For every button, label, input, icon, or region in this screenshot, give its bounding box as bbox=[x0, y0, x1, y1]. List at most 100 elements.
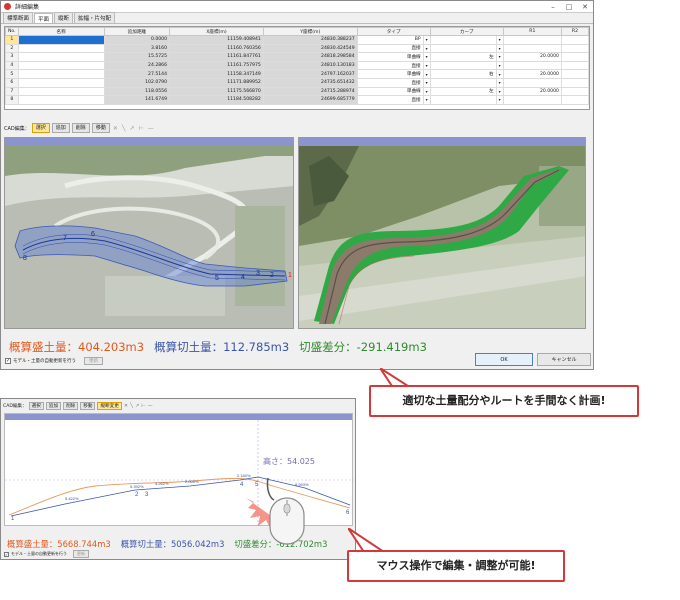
table-row[interactable]: 8 141.6749 11184.508282 24699.685779 直接 ▾ ▾ bbox=[5, 95, 589, 105]
row-name[interactable] bbox=[17, 60, 105, 71]
row-curve[interactable] bbox=[429, 95, 497, 105]
row-x[interactable]: 11159.408941 bbox=[169, 35, 264, 45]
row-x[interactable]: 11161.847761 bbox=[169, 52, 264, 62]
row-curve[interactable]: 左 bbox=[429, 52, 497, 62]
row-y[interactable]: 24797.162037 bbox=[262, 69, 358, 79]
row-r2[interactable] bbox=[560, 77, 589, 88]
type-dropdown-icon[interactable]: ▾ bbox=[422, 77, 431, 88]
plan-point-4[interactable]: 4 bbox=[241, 274, 245, 281]
curve-dropdown-icon[interactable]: ▾ bbox=[495, 35, 504, 45]
delete-button[interactable]: 削除 bbox=[71, 123, 90, 133]
plan-point-2[interactable]: 2 bbox=[270, 272, 274, 279]
type-dropdown-icon[interactable]: ▾ bbox=[422, 60, 431, 71]
row-r1[interactable] bbox=[502, 95, 562, 105]
row-number[interactable]: 2 bbox=[5, 43, 19, 54]
row-r1[interactable] bbox=[502, 60, 562, 71]
row-type[interactable]: 直接 bbox=[356, 43, 424, 54]
profile-ruler-icon[interactable]: ⊢ bbox=[141, 403, 145, 409]
profile-change-button[interactable]: 縦断変更 bbox=[97, 402, 122, 410]
col-curve[interactable]: カーブ bbox=[429, 27, 504, 36]
tab-widening[interactable]: 拡幅・片勾配 bbox=[74, 12, 116, 23]
cancel-button[interactable]: キャンセル bbox=[537, 353, 591, 366]
table-row[interactable]: 5 27.5144 11158.347149 24797.162037 単曲線 ▾ 右 ▾ 20… bbox=[5, 69, 589, 79]
type-dropdown-icon[interactable]: ▾ bbox=[422, 52, 431, 62]
curve-dropdown-icon[interactable]: ▾ bbox=[495, 77, 504, 88]
tab-standard-section[interactable]: 標準断面 bbox=[3, 12, 34, 23]
tab-plan[interactable]: 平面 bbox=[34, 13, 54, 23]
row-curve[interactable]: 右 bbox=[429, 69, 497, 79]
row-curve[interactable] bbox=[429, 43, 497, 54]
row-number[interactable]: 8 bbox=[5, 95, 19, 105]
row-x[interactable]: 11184.508282 bbox=[169, 95, 264, 105]
add-button[interactable]: 追加 bbox=[51, 123, 70, 133]
row-r1[interactable] bbox=[502, 35, 562, 45]
row-number[interactable]: 4 bbox=[5, 60, 19, 71]
col-type[interactable]: タイプ bbox=[356, 27, 431, 36]
profile-point-2[interactable]: 2 bbox=[135, 492, 139, 498]
profile-add-button[interactable]: 追加 bbox=[45, 402, 62, 410]
arrow-icon[interactable]: ↗ bbox=[128, 125, 135, 132]
row-type[interactable]: 直接 bbox=[356, 60, 424, 71]
table-row[interactable]: 4 24.2866 11161.757975 24810.130183 直接 ▾ ▾ bbox=[5, 60, 589, 71]
row-number[interactable]: 6 bbox=[5, 77, 19, 88]
profile-line-icon[interactable]: ╲ bbox=[130, 403, 133, 409]
row-distance[interactable]: 15.5725 bbox=[103, 52, 171, 62]
table-row[interactable]: 1 0.0000 11159.408941 24830.388237 BP ▾ ▾ bbox=[5, 35, 589, 45]
plan-point-7[interactable]: 7 bbox=[63, 235, 67, 242]
row-number[interactable]: 3 bbox=[5, 52, 19, 62]
row-y[interactable]: 24699.685779 bbox=[262, 95, 358, 105]
profile-dash-icon[interactable]: — bbox=[148, 403, 153, 409]
row-curve[interactable] bbox=[429, 77, 497, 88]
row-r2[interactable] bbox=[560, 43, 589, 54]
row-curve[interactable] bbox=[429, 35, 497, 45]
profile-move-button[interactable]: 移動 bbox=[80, 402, 96, 410]
select-button[interactable]: 選択 bbox=[31, 123, 50, 133]
col-y[interactable]: Y座標(m) bbox=[262, 27, 358, 36]
minimize-icon[interactable]: – bbox=[545, 3, 561, 11]
row-name[interactable] bbox=[17, 43, 105, 54]
row-curve[interactable] bbox=[429, 60, 497, 71]
col-no[interactable]: No. bbox=[5, 27, 19, 36]
update-button[interactable]: 更新 bbox=[84, 357, 103, 365]
profile-arrow-icon[interactable]: ↗ bbox=[135, 403, 139, 409]
row-type[interactable]: BP bbox=[356, 35, 424, 45]
row-r1[interactable]: 20.0000 bbox=[502, 69, 562, 79]
curve-dropdown-icon[interactable]: ▾ bbox=[495, 86, 504, 97]
plan-point-8[interactable]: 8 bbox=[23, 255, 27, 262]
move-button[interactable]: 移動 bbox=[91, 123, 110, 133]
curve-dropdown-icon[interactable]: ▾ bbox=[495, 95, 504, 105]
type-dropdown-icon[interactable]: ▾ bbox=[422, 69, 431, 79]
row-r1[interactable]: 20.0000 bbox=[502, 52, 562, 62]
table-row[interactable]: 2 3.8160 11160.760356 24830.424549 直接 ▾ ▾ bbox=[5, 43, 589, 54]
row-distance[interactable]: 118.0556 bbox=[103, 86, 171, 97]
row-type[interactable]: 単曲線 bbox=[356, 86, 424, 97]
type-dropdown-icon[interactable]: ▾ bbox=[422, 95, 431, 105]
close-icon[interactable]: ✕ bbox=[577, 3, 593, 11]
model-3d-pane[interactable] bbox=[298, 137, 586, 329]
profile-select-button[interactable]: 選択 bbox=[28, 402, 44, 410]
auto-update-checkbox[interactable]: ✓ bbox=[5, 358, 11, 364]
profile-point-3[interactable]: 3 bbox=[145, 492, 149, 498]
row-number[interactable]: 1 bbox=[5, 35, 19, 45]
row-distance[interactable]: 0.0000 bbox=[103, 35, 171, 45]
row-x[interactable]: 11175.566870 bbox=[169, 86, 264, 97]
row-y[interactable]: 24810.130183 bbox=[262, 60, 358, 71]
row-x[interactable]: 11160.760356 bbox=[169, 43, 264, 54]
type-dropdown-icon[interactable]: ▾ bbox=[422, 86, 431, 97]
tab-profile[interactable]: 縦断 bbox=[54, 12, 74, 23]
row-y[interactable]: 24715.288974 bbox=[262, 86, 358, 97]
row-distance[interactable]: 24.2866 bbox=[103, 60, 171, 71]
curve-dropdown-icon[interactable]: ▾ bbox=[495, 52, 504, 62]
row-name[interactable] bbox=[17, 86, 105, 97]
type-dropdown-icon[interactable]: ▾ bbox=[422, 43, 431, 54]
table-row[interactable]: 3 15.5725 11161.847761 24818.298584 単曲線 ▾ 左 ▾ 20… bbox=[5, 52, 589, 62]
row-r2[interactable] bbox=[560, 35, 589, 45]
row-number[interactable]: 7 bbox=[5, 86, 19, 97]
row-x[interactable]: 11158.347149 bbox=[169, 69, 264, 79]
row-r2[interactable] bbox=[560, 69, 589, 79]
row-name[interactable] bbox=[17, 35, 105, 45]
type-dropdown-icon[interactable]: ▾ bbox=[422, 35, 431, 45]
profile-point-1[interactable]: 1 bbox=[11, 516, 15, 522]
row-r1[interactable] bbox=[502, 43, 562, 54]
table-row[interactable]: 7 118.0556 11175.566870 24715.288974 単曲線 ▾ 左 ▾ 2… bbox=[5, 86, 589, 97]
